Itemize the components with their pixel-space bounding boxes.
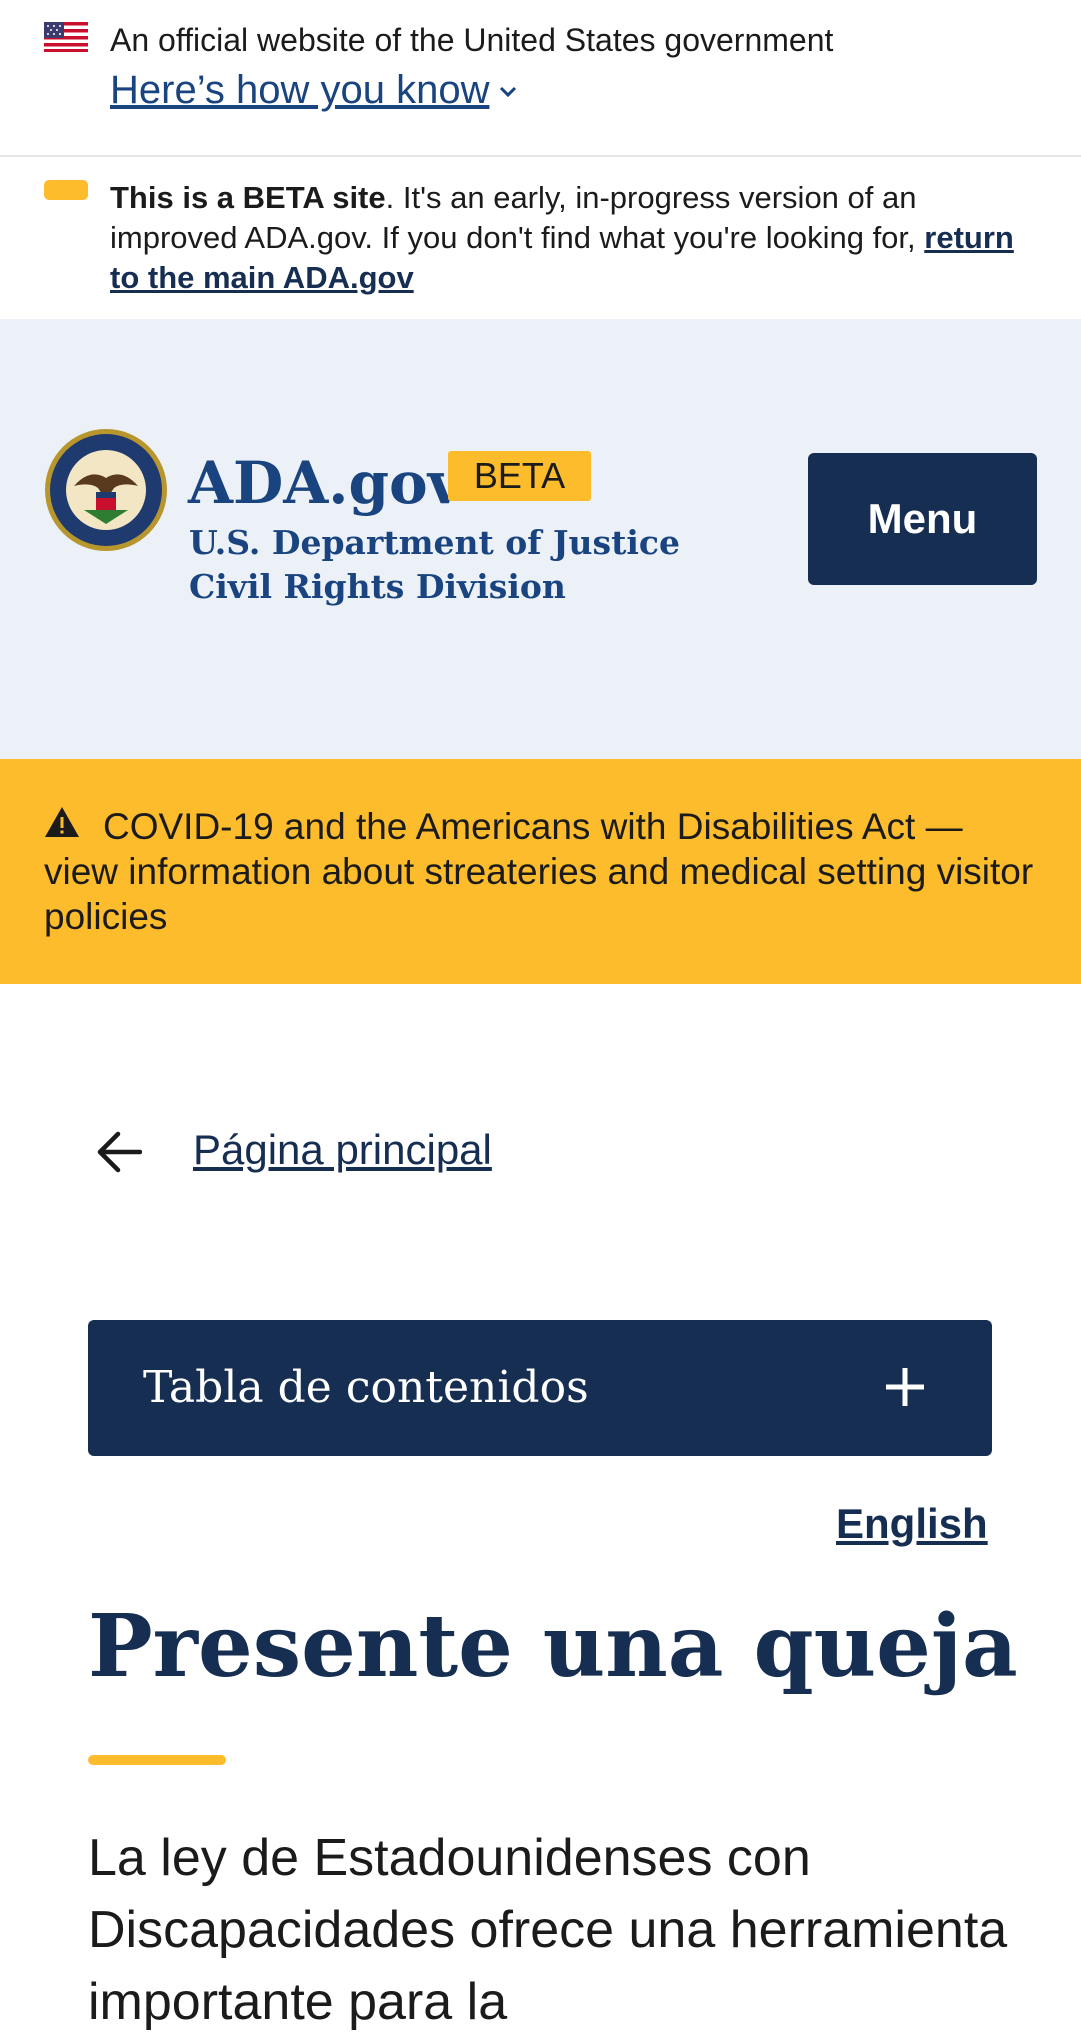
table-of-contents-accordion[interactable]: Tabla de contenidos [88,1320,992,1456]
doj-seal-icon[interactable] [44,428,168,552]
heres-how-you-know-link[interactable]: Here’s how you know [110,66,521,114]
department-name: U.S. Department of Justice [189,523,680,562]
arrow-left-icon[interactable] [96,1131,142,1173]
site-name[interactable]: ADA.gov [188,448,461,518]
beta-indicator-icon [44,180,88,200]
beta-tag: BETA [448,451,591,501]
beta-notice-bold: This is a BETA site [110,180,386,215]
heres-how-you-know-label: Here’s how you know [110,68,490,112]
division-name: Civil Rights Division [189,567,566,606]
toc-title: Tabla de contenidos [143,1362,589,1413]
covid-alert-text[interactable]: COVID-19 and the Americans with Disabili… [44,804,1044,939]
plus-icon [886,1368,924,1406]
chevron-down-icon [500,87,517,98]
page-title: Presente una queja [88,1596,1018,1697]
menu-button[interactable]: Menu [808,453,1037,585]
back-to-home-link[interactable]: Página principal [193,1124,492,1176]
gov-banner: An official website of the United States… [0,0,1081,157]
us-flag-icon [44,22,88,52]
beta-notice: This is a BETA site. It's an early, in-p… [110,178,1040,298]
intro-paragraph: La ley de Estadounidenses con Discapacid… [88,1829,1008,2031]
english-language-link[interactable]: English [836,1498,988,1550]
official-site-text: An official website of the United States… [110,22,834,58]
title-underline-divider [88,1755,226,1765]
